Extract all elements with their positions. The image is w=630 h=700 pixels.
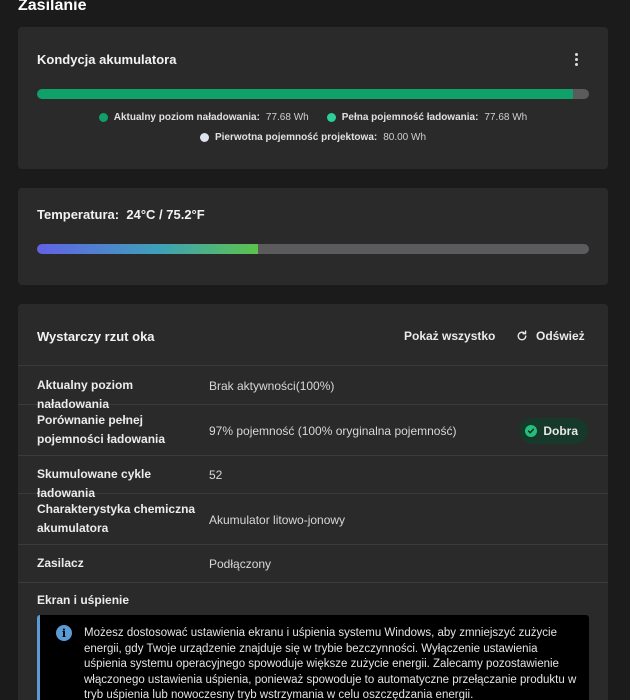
- table-row: Aktualny poziom naładowania Brak aktywno…: [18, 367, 608, 411]
- temperature-value: 24°C / 75.2°F: [126, 207, 205, 222]
- legend-dot-full: [326, 113, 336, 122]
- row-value-chemistry: Akumulator litowo-jonowy: [209, 513, 346, 527]
- row-value-adapter: Podłączony: [209, 557, 272, 571]
- legend-key-design: Pierwotna pojemność projektowa:: [214, 132, 378, 143]
- glance-header: Wystarczy rzut oka Pokaż wszystko Odświe…: [18, 304, 608, 366]
- legend-value-current: 77.68 Wh: [265, 112, 309, 123]
- refresh-button[interactable]: Odśwież: [516, 329, 585, 343]
- table-row: Skumulowane cykle ładowania 52: [18, 456, 608, 500]
- legend-value-design: 80.00 Wh: [383, 132, 427, 143]
- legend-value-full: 77.68 Wh: [484, 112, 528, 123]
- status-badge-label: Dobra: [543, 424, 578, 438]
- row-label-adapter: Zasilacz: [37, 556, 84, 570]
- legend-key-full: Pełna pojemność ładowania:: [341, 112, 479, 123]
- legend-full-capacity: Pełna pojemność ładowania: 77.68 Wh: [326, 112, 528, 123]
- table-row: Porównanie pełnej pojemności ładowania 9…: [18, 405, 608, 456]
- status-badge: Dobra: [519, 418, 588, 444]
- battery-legend-row-2: Pierwotna pojemność projektowa: 80.00 Wh: [18, 132, 608, 143]
- page-title: Zasilanie: [18, 0, 87, 14]
- refresh-label: Odśwież: [536, 329, 585, 343]
- temperature-card: Temperatura: 24°C / 75.2°F: [18, 188, 608, 285]
- at-a-glance-card: Wystarczy rzut oka Pokaż wszystko Odświe…: [18, 304, 608, 700]
- temperature-title: Temperatura: 24°C / 75.2°F: [37, 207, 205, 222]
- battery-health-title: Kondycja akumulatora: [37, 52, 177, 67]
- battery-capacity-bar: [37, 89, 589, 99]
- legend-dot-current: [98, 113, 108, 122]
- screen-sleep-heading: Ekran i uśpienie: [37, 593, 130, 607]
- legend-design-capacity: Pierwotna pojemność projektowa: 80.00 Wh: [199, 132, 427, 143]
- legend-current-charge: Aktualny poziom naładowania: 77.68 Wh: [98, 112, 309, 123]
- row-label-capacity-compare: Porównanie pełnej pojemności ładowania: [37, 413, 166, 446]
- legend-dot-design: [199, 133, 209, 142]
- table-row: Zasilacz Podłączony: [18, 545, 608, 583]
- legend-key-current: Aktualny poziom naładowania:: [113, 112, 260, 123]
- glance-title: Wystarczy rzut oka: [37, 329, 155, 344]
- info-text: Możesz dostosować ustawienia ekranu i uś…: [84, 627, 577, 700]
- row-value-cycles: 52: [209, 468, 223, 482]
- more-options-icon[interactable]: [568, 51, 584, 67]
- info-icon: i: [56, 625, 72, 641]
- show-all-button[interactable]: Pokaż wszystko: [404, 329, 495, 343]
- temperature-bar: [37, 244, 589, 254]
- temperature-fill: [37, 244, 258, 254]
- row-value-capacity-compare: 97% pojemność (100% oryginalna pojemność…: [209, 424, 457, 438]
- check-icon: [525, 425, 538, 437]
- refresh-icon: [517, 330, 527, 341]
- info-box: i Możesz dostosować ustawienia ekranu i …: [37, 615, 589, 700]
- temperature-label: Temperatura:: [37, 207, 120, 222]
- table-row: Charakterystyka chemiczna akumulatora Ak…: [18, 494, 608, 545]
- row-label-chemistry: Charakterystyka chemiczna akumulatora: [37, 502, 196, 535]
- battery-health-card: Kondycja akumulatora Aktualny poziom nał…: [18, 27, 608, 169]
- battery-legend-row-1: Aktualny poziom naładowania: 77.68 Wh Pe…: [18, 112, 608, 123]
- battery-capacity-fill: [37, 89, 573, 99]
- row-value-current-charge: Brak aktywności(100%): [209, 379, 335, 393]
